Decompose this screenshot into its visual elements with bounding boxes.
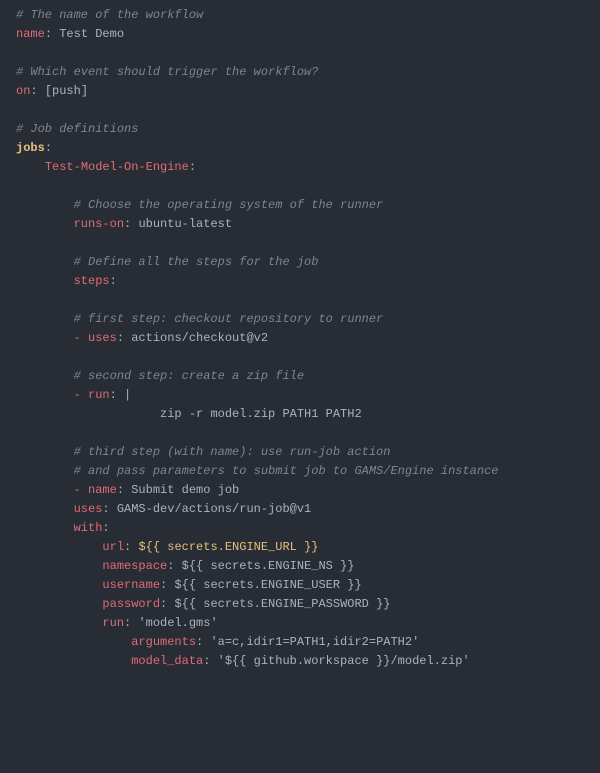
yaml-key: model_data xyxy=(131,654,203,668)
yaml-value: zip -r model.zip PATH1 PATH2 xyxy=(160,407,362,421)
comment: # Choose the operating system of the run… xyxy=(74,198,384,212)
comment: # The name of the workflow xyxy=(16,8,203,22)
yaml-key: url xyxy=(102,540,124,554)
yaml-key: runs-on xyxy=(74,217,124,231)
comment: # third step (with name): use run-job ac… xyxy=(74,445,391,459)
yaml-value: [push] xyxy=(45,84,88,98)
yaml-key: on xyxy=(16,84,30,98)
yaml-key: steps xyxy=(74,274,110,288)
yaml-key: username xyxy=(102,578,160,592)
yaml-value: ${{ secrets.ENGINE_PASSWORD }} xyxy=(174,597,390,611)
yaml-key: arguments xyxy=(131,635,196,649)
yaml-key: name xyxy=(16,27,45,41)
yaml-value: Submit demo job xyxy=(131,483,239,497)
yaml-code-block: # The name of the workflow name: Test De… xyxy=(0,0,600,677)
comment: # second step: create a zip file xyxy=(74,369,304,383)
yaml-key: password xyxy=(102,597,160,611)
yaml-value: | xyxy=(124,388,131,402)
yaml-value-highlight: ${{ secrets.ENGINE_URL }} xyxy=(138,540,318,554)
comment: # and pass parameters to submit job to G… xyxy=(74,464,499,478)
yaml-value: GAMS-dev/actions/run-job@v1 xyxy=(117,502,311,516)
yaml-key: - run xyxy=(74,388,110,402)
yaml-key: - name xyxy=(74,483,117,497)
yaml-key: uses xyxy=(74,502,103,516)
comment: # Which event should trigger the workflo… xyxy=(16,65,318,79)
yaml-value: actions/checkout@v2 xyxy=(131,331,268,345)
yaml-value: Test Demo xyxy=(59,27,124,41)
yaml-value: 'model.gms' xyxy=(138,616,217,630)
yaml-value: 'a=c,idir1=PATH1,idir2=PATH2' xyxy=(210,635,419,649)
yaml-value: ${{ secrets.ENGINE_USER }} xyxy=(174,578,361,592)
yaml-key: run xyxy=(102,616,124,630)
yaml-value: '${{ github.workspace }}/model.zip' xyxy=(218,654,470,668)
yaml-value: ubuntu-latest xyxy=(138,217,232,231)
yaml-key: with xyxy=(74,521,103,535)
yaml-key: namespace xyxy=(102,559,167,573)
yaml-key: - uses xyxy=(74,331,117,345)
comment: # first step: checkout repository to run… xyxy=(74,312,384,326)
yaml-value: ${{ secrets.ENGINE_NS }} xyxy=(182,559,355,573)
yaml-key-jobs: jobs xyxy=(16,141,45,155)
yaml-key: Test-Model-On-Engine xyxy=(45,160,189,174)
comment: # Define all the steps for the job xyxy=(74,255,319,269)
comment: # Job definitions xyxy=(16,122,138,136)
